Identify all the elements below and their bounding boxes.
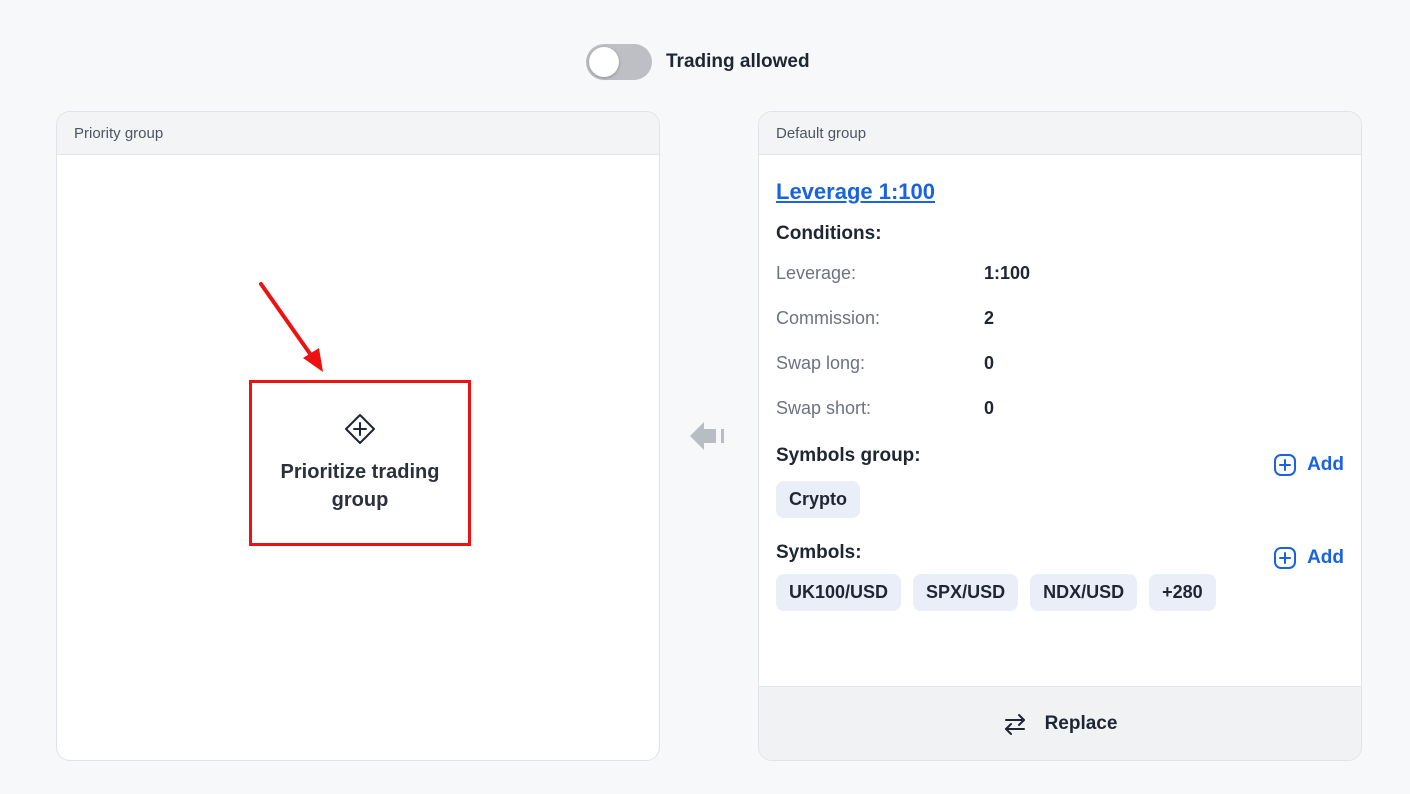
symbol-chip-more[interactable]: +280	[1149, 574, 1216, 611]
conditions-title: Conditions:	[776, 223, 882, 244]
symbols-group-chip: Crypto	[776, 481, 860, 518]
default-group-card: Default group Leverage 1:100 Conditions:…	[758, 111, 1362, 761]
symbol-chip: NDX/USD	[1030, 574, 1138, 611]
priority-group-header: Priority group	[57, 112, 659, 155]
condition-value: 0	[984, 353, 995, 373]
symbols-group-title: Symbols group:	[776, 445, 921, 466]
condition-label: Swap short:	[776, 398, 872, 418]
condition-label: Commission:	[776, 308, 881, 328]
symbols-group-chips: Crypto	[776, 481, 1344, 518]
default-group-header: Default group	[759, 112, 1361, 155]
prioritize-trading-group-button[interactable]: Prioritize trading group	[249, 380, 471, 546]
condition-row-swap-short: Swap short: 0	[776, 386, 1344, 431]
add-symbols-button[interactable]: Add	[1273, 546, 1344, 570]
symbols-chips: UK100/USD SPX/USD NDX/USD +280	[776, 574, 1344, 611]
trading-allowed-toggle-row: Trading allowed	[586, 44, 810, 80]
symbols-group-row: Symbols group: Add	[776, 435, 1344, 477]
plus-square-icon	[1274, 454, 1297, 476]
replace-button[interactable]: Replace	[759, 686, 1361, 760]
swap-arrows-icon	[1004, 713, 1025, 735]
condition-row-commission: Commission: 2	[776, 296, 1344, 341]
default-group-body: Leverage 1:100 Conditions: Leverage: 1:1…	[759, 155, 1361, 687]
annotation-arrow-icon	[259, 282, 323, 372]
priority-group-card: Priority group Prioritize trading group	[56, 111, 660, 761]
diamond-plus-icon	[345, 414, 375, 444]
condition-value: 0	[984, 398, 995, 418]
symbols-row: Symbols: Add	[776, 536, 1344, 570]
replace-label: Replace	[1044, 712, 1118, 734]
condition-value: 1:100	[984, 263, 1031, 283]
toggle-knob	[589, 47, 619, 77]
condition-value: 2	[984, 308, 995, 328]
add-symbols-group-button[interactable]: Add	[1273, 453, 1344, 477]
trading-allowed-toggle[interactable]	[586, 44, 652, 80]
prioritize-trading-group-label: Prioritize trading group	[280, 461, 440, 511]
condition-label: Swap long:	[776, 353, 866, 373]
add-symbols-group-label: Add	[1307, 454, 1344, 475]
conditions-list: Leverage: 1:100 Commission: 2 Swap long:…	[776, 251, 1344, 431]
condition-row-leverage: Leverage: 1:100	[776, 251, 1344, 296]
condition-label: Leverage:	[776, 263, 857, 283]
leverage-group-link[interactable]: Leverage 1:100	[776, 179, 935, 205]
symbols-title: Symbols:	[776, 542, 862, 563]
symbol-chip: UK100/USD	[776, 574, 902, 611]
add-symbols-label: Add	[1307, 547, 1344, 568]
arrow-left-icon	[690, 422, 724, 450]
trading-allowed-label: Trading allowed	[666, 51, 810, 72]
plus-square-icon	[1274, 547, 1297, 569]
symbol-chip: SPX/USD	[913, 574, 1019, 611]
condition-row-swap-long: Swap long: 0	[776, 341, 1344, 386]
